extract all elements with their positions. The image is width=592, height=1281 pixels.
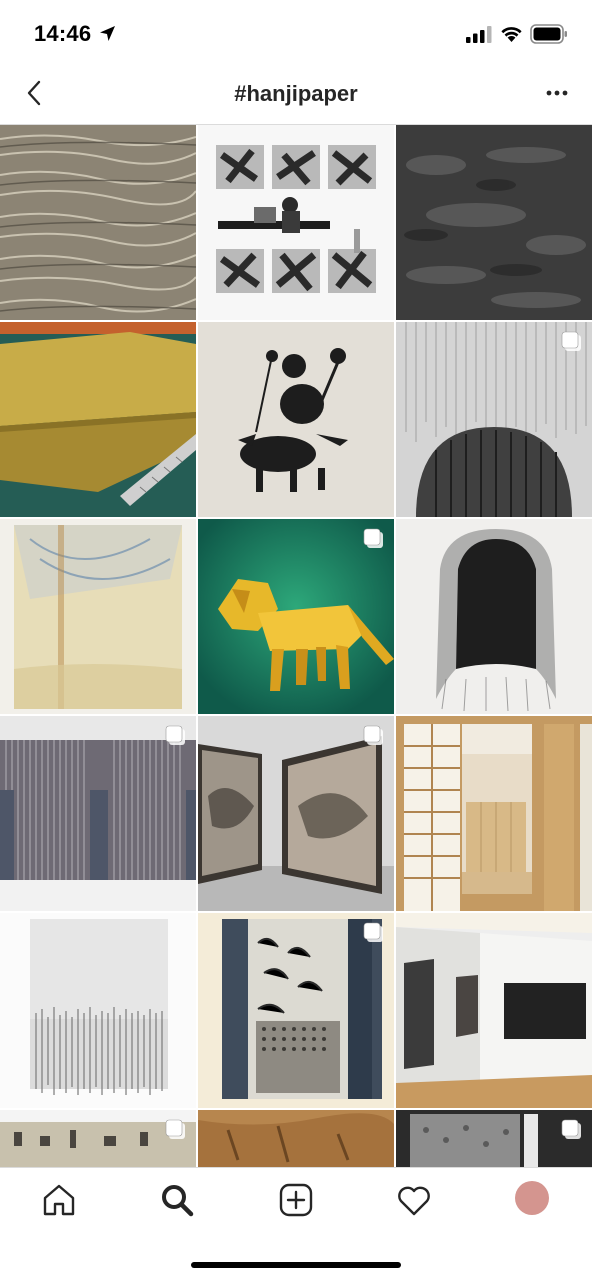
- hashtag-post-grid: [0, 125, 592, 1167]
- wifi-icon: [501, 27, 522, 42]
- post-thumbnail[interactable]: [0, 125, 196, 320]
- thumbnail-image: [0, 913, 196, 1108]
- post-thumbnail[interactable]: [396, 716, 592, 911]
- post-thumbnail[interactable]: [198, 322, 394, 517]
- thumbnail-image: [0, 125, 196, 320]
- status-bar: 14:46: [0, 0, 592, 66]
- post-thumbnail[interactable]: [396, 125, 592, 320]
- multiple-posts-icon: [561, 1119, 581, 1139]
- thumbnail-image: [198, 125, 394, 320]
- thumbnail-image: [396, 519, 592, 714]
- more-options-icon[interactable]: [542, 80, 572, 106]
- multiple-posts-icon: [165, 1119, 185, 1139]
- multiple-posts-icon: [363, 922, 383, 942]
- post-thumbnail[interactable]: [396, 519, 592, 714]
- post-thumbnail[interactable]: [396, 1110, 592, 1167]
- thumbnail-image: [0, 519, 196, 714]
- tab-activity[interactable]: [394, 1180, 434, 1220]
- home-icon: [43, 1184, 75, 1216]
- post-thumbnail[interactable]: [198, 913, 394, 1108]
- thumbnail-image: [198, 1110, 394, 1167]
- multiple-posts-icon: [561, 331, 581, 351]
- battery-icon: [530, 24, 567, 44]
- post-thumbnail[interactable]: [396, 913, 592, 1108]
- post-thumbnail[interactable]: [0, 322, 196, 517]
- thumbnail-image: [198, 322, 394, 517]
- tab-home[interactable]: [39, 1180, 79, 1220]
- post-thumbnail[interactable]: [198, 125, 394, 320]
- post-thumbnail[interactable]: [0, 1110, 196, 1167]
- post-thumbnail[interactable]: [0, 519, 196, 714]
- search-icon: [162, 1185, 194, 1217]
- add-post-icon: [279, 1183, 313, 1217]
- profile-avatar[interactable]: [515, 1181, 549, 1215]
- page-title: #hanjipaper: [234, 81, 358, 106]
- nav-header: #hanjipaper: [0, 66, 592, 125]
- post-thumbnail[interactable]: [0, 913, 196, 1108]
- post-thumbnail[interactable]: [198, 716, 394, 911]
- status-time: 14:46: [34, 21, 92, 46]
- post-thumbnail[interactable]: [0, 716, 196, 911]
- multiple-posts-icon: [165, 725, 185, 745]
- thumbnail-image: [396, 913, 592, 1108]
- location-arrow-icon: [100, 26, 115, 41]
- signal-icon: [466, 26, 492, 43]
- thumbnail-image: [396, 716, 592, 911]
- multiple-posts-icon: [363, 528, 383, 548]
- tab-create[interactable]: [276, 1180, 316, 1220]
- heart-icon: [398, 1186, 430, 1216]
- thumbnail-image: [396, 125, 592, 320]
- tab-search[interactable]: [157, 1180, 197, 1220]
- thumbnail-image: [0, 322, 196, 517]
- post-thumbnail[interactable]: [198, 519, 394, 714]
- post-thumbnail[interactable]: [198, 1110, 394, 1167]
- multiple-posts-icon: [363, 725, 383, 745]
- post-thumbnail[interactable]: [396, 322, 592, 517]
- home-indicator: [191, 1262, 401, 1268]
